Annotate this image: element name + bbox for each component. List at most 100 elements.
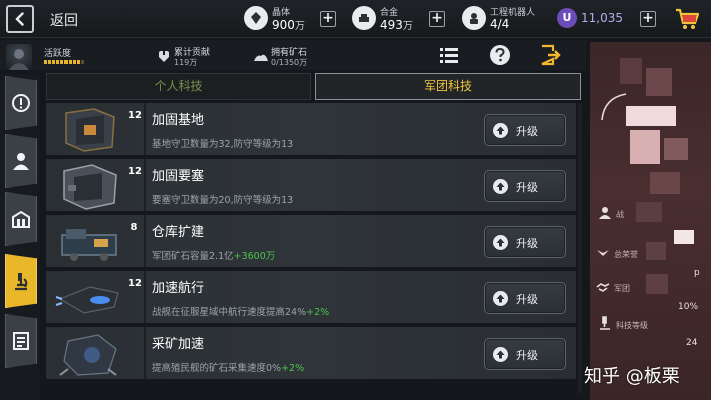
- top-bar: 返回 晶体 900万 + 合金 493万 + 工程机器人 4/4 U 11,03…: [0, 0, 711, 38]
- activity-segment: [68, 60, 72, 64]
- microscope-icon: [600, 316, 610, 330]
- upgrade-button[interactable]: 升级: [484, 114, 566, 146]
- exit-icon: [541, 44, 561, 66]
- emblem-wing-icon: [601, 93, 627, 121]
- tech-description: 提高殖民舰的矿石采集速度0%+2%: [152, 360, 304, 374]
- activity-segment: [56, 60, 60, 64]
- tech-row[interactable]: 采矿加速提高殖民舰的矿石采集速度0%+2% 升级: [46, 327, 576, 381]
- nav-tab-base[interactable]: [5, 192, 37, 246]
- alloy-unit: 万: [402, 21, 413, 32]
- tab-legion-tech[interactable]: 军团科技: [315, 73, 581, 100]
- nav-tab-members[interactable]: [5, 134, 37, 188]
- robot-icon: [462, 6, 486, 30]
- side-label-rank: 战: [616, 210, 624, 219]
- side-value-legion: 10%: [678, 302, 699, 312]
- upgrade-button[interactable]: 升级: [484, 282, 566, 314]
- alloy-value: 493: [380, 18, 403, 32]
- exit-button[interactable]: [538, 42, 564, 68]
- add-premium-button[interactable]: +: [640, 11, 656, 27]
- tech-thumbnail: [59, 334, 117, 376]
- censor-block: [630, 130, 660, 164]
- tech-bonus: +2%: [306, 307, 330, 318]
- side-label-tech-level: 科技等级: [616, 321, 648, 330]
- tech-level: 12: [128, 278, 142, 289]
- censor-block: [646, 274, 668, 294]
- alert-icon: [12, 94, 30, 112]
- upgrade-button[interactable]: 升级: [484, 170, 566, 202]
- tech-thumbnail: [63, 164, 117, 210]
- activity-segment: [60, 60, 64, 64]
- activity-segment: [52, 60, 56, 64]
- censor-block: [664, 138, 688, 160]
- nav-tab-records[interactable]: [5, 314, 37, 368]
- activity-label: 活跃度: [44, 49, 72, 59]
- contribution-value: 119万: [174, 58, 198, 67]
- divider: [144, 103, 146, 155]
- upgrade-label: 升级: [516, 125, 538, 138]
- activity-segment: [64, 60, 68, 64]
- tech-level: 12: [128, 110, 142, 121]
- tech-row[interactable]: 12 加速航行 战舰在征服星域中航行速度提高24%+2% 升级: [46, 271, 576, 325]
- wings-icon: [597, 250, 609, 256]
- side-value-honor: p: [694, 268, 700, 278]
- tech-row[interactable]: 8 仓库扩建 军团矿石容量2.1亿+3600万 升级: [46, 215, 576, 269]
- handshake-icon: [596, 283, 610, 292]
- activity-segment: [80, 60, 84, 64]
- shop-cart-icon[interactable]: [674, 6, 700, 32]
- ore-icon: [254, 54, 268, 61]
- tech-level: 12: [128, 166, 142, 177]
- tech-bonus: +2%: [281, 363, 305, 374]
- avatar[interactable]: [6, 44, 32, 70]
- upgrade-label: 升级: [516, 237, 538, 250]
- censor-block: [626, 106, 676, 126]
- divider: [144, 271, 146, 323]
- tech-description: 基地守卫数量为32,防守等级为13: [152, 136, 293, 150]
- ore-value: 0/1350万: [271, 58, 308, 67]
- upgrade-label: 升级: [516, 181, 538, 194]
- arrow-up-icon: [493, 291, 508, 306]
- censor-block: [636, 202, 662, 222]
- nav-tab-alerts[interactable]: [5, 76, 37, 130]
- premium-currency-icon: U: [557, 8, 577, 28]
- tech-effect: 战舰在征服星域中航行速度提高24%: [152, 307, 307, 318]
- upgrade-button[interactable]: 升级: [484, 338, 566, 370]
- tab-personal-tech[interactable]: 个人科技: [46, 73, 311, 100]
- divider: [144, 159, 146, 211]
- tech-effect: 基地守卫数量为32,防守等级为13: [152, 139, 294, 150]
- tech-thumbnail: [61, 229, 117, 261]
- arrow-up-icon: [493, 235, 508, 250]
- crystal-value: 900: [272, 18, 295, 32]
- alloy-icon: [352, 6, 376, 30]
- censor-block: [646, 242, 666, 260]
- add-alloy-button[interactable]: +: [429, 11, 445, 27]
- help-button[interactable]: [487, 42, 513, 68]
- divider: [144, 215, 146, 267]
- tech-list: 12 加固基地 基地守卫数量为32,防守等级为13 升级 12 加固要塞 要塞守卫数量为20…: [46, 103, 576, 400]
- building-icon: [12, 210, 30, 228]
- arrow-up-icon: [493, 179, 508, 194]
- upgrade-label: 升级: [516, 293, 538, 306]
- scrollbar[interactable]: [578, 103, 582, 393]
- tech-row[interactable]: 12 加固要塞 要塞守卫数量为20,防守等级为13 升级: [46, 159, 576, 213]
- side-label-honor: 总荣誉: [614, 250, 638, 259]
- chevron-left-icon: [15, 12, 24, 26]
- tech-bonus: +3600万: [233, 251, 276, 262]
- person-icon: [599, 207, 611, 219]
- censor-block: [674, 230, 694, 244]
- crystal-icon: [244, 6, 268, 30]
- tech-description: 要塞守卫数量为20,防守等级为13: [152, 192, 293, 206]
- nav-tab-technology[interactable]: [5, 254, 37, 308]
- left-nav: [0, 74, 40, 400]
- tech-row[interactable]: 12 加固基地 基地守卫数量为32,防守等级为13 升级: [46, 103, 576, 157]
- tech-effect: 军团矿石容量2.1亿: [152, 251, 234, 262]
- side-label-legion: 军团: [614, 284, 630, 293]
- add-crystal-button[interactable]: +: [320, 11, 336, 27]
- tech-name: 采矿加速: [152, 337, 205, 352]
- alloy-resource: 合金 493万: [352, 4, 422, 34]
- list-button[interactable]: [436, 42, 462, 68]
- person-icon: [13, 153, 29, 170]
- censor-block: [620, 58, 642, 84]
- activity-segment: [44, 60, 48, 64]
- upgrade-button[interactable]: 升级: [484, 226, 566, 258]
- back-button[interactable]: [6, 5, 34, 33]
